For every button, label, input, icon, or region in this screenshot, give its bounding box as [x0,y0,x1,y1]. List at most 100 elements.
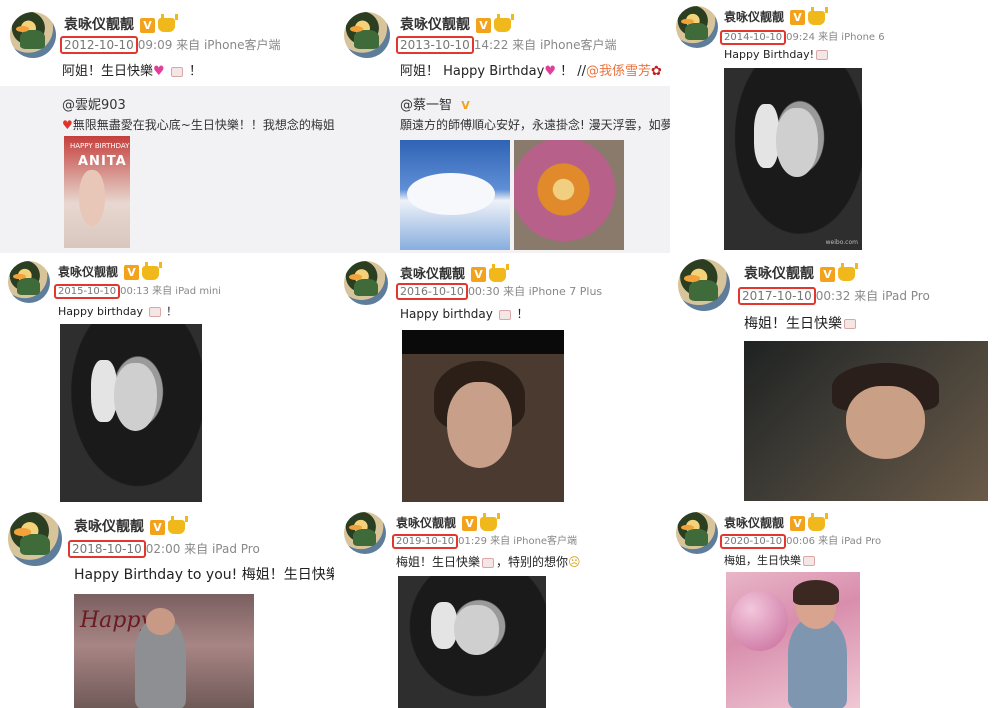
repost-text: ♥無限無盡愛在我心底~生日快樂！！我想念的梅姐♥ [62,118,334,132]
post-time-source: 00:13 来自 iPad mini [120,286,221,297]
weibo-post-2019: 袁咏仪靓靓 V 2019-10-10 01:29 来自 iPhone客户端 梅姐！生… [334,506,670,708]
post-text: 梅姐！生日快樂 ，特别的想你☹ [396,555,581,569]
weibo-post-2012: 袁咏仪靓靓 V 2012-10-10 09:09 来自 iPhone客户端 阿姐！生… [0,0,334,253]
avatar[interactable] [8,512,62,566]
weibo-post-2015: 袁咏仪靓靓 V 2015-10-10 00:13 来自 iPad mini Happ… [0,253,334,506]
post-image[interactable] [60,324,202,502]
repost-box[interactable]: @蔡一智 V 願遠方的師傅順心安好，永遠掛念! 漫天浮雲，如夢 [334,86,670,253]
post-meta: 2016-10-10 00:30 来自 iPhone 7 Plus [396,283,602,300]
repost-user[interactable]: @蔡一智 V [400,94,473,113]
post-image[interactable] [744,341,988,501]
username[interactable]: 袁咏仪靓靓 V [724,512,829,531]
post-date[interactable]: 2014-10-10 [720,30,787,45]
post-date[interactable]: 2020-10-10 [720,534,787,549]
heart-emoji-icon: ♥ [153,64,165,79]
verified-icon: V [462,516,478,531]
post-date[interactable]: 2015-10-10 [54,284,121,299]
username[interactable]: 袁咏仪靓靓 V [724,6,829,25]
post-text: Happy Birthday! [724,48,830,61]
avatar[interactable] [678,259,730,311]
verified-icon: V [461,99,470,112]
post-date[interactable]: 2019-10-10 [392,534,459,549]
verified-icon: V [476,17,491,33]
avatar[interactable] [676,512,718,554]
mention-link[interactable]: @我係雪芳 [586,64,651,79]
post-date[interactable]: 2013-10-10 [396,36,474,54]
weibo-post-2014: 袁咏仪靓靓 V 2014-10-10 09:24 来自 iPhone 6 Happy… [670,0,1000,253]
verified-icon: V [150,519,165,535]
post-image[interactable]: weibo.com [724,68,862,250]
username[interactable]: 袁咏仪靓靓 V [744,263,858,283]
username[interactable]: 袁咏仪靓靓 V [58,261,163,280]
post-image[interactable] [402,330,564,502]
post-meta: 2015-10-10 00:13 来自 iPad mini [54,282,221,299]
post-meta: 2018-10-10 02:00 来自 iPad Pro [68,540,260,558]
verified-icon: V [140,17,155,33]
post-meta: 2020-10-10 00:06 来自 iPad Pro [720,532,881,549]
avatar[interactable] [344,261,388,305]
crown-icon [808,6,829,25]
avatar[interactable] [344,12,390,58]
avatar[interactable] [10,12,56,58]
crown-icon [158,14,178,32]
cake-emoji-icon [803,556,815,566]
post-time-source: 00:30 来自 iPhone 7 Plus [467,285,603,298]
weibo-post-2016: 袁咏仪靓靓 V 2016-10-10 00:30 来自 iPhone 7 Plus … [334,253,670,506]
post-text: Happy birthday ！ [58,305,178,318]
verified-icon: V [471,267,487,282]
post-text: 阿姐！生日快樂♥ ！ [62,64,202,79]
tear-emoji-icon: ☹ [568,555,581,569]
cake-emoji-icon [816,50,829,60]
username[interactable]: 袁咏仪靓靓 V [400,14,514,34]
post-text: Happy birthday ！ [400,307,529,321]
verified-icon: V [790,10,806,25]
post-time-source: 02:00 来自 iPad Pro [145,542,260,556]
image-caption-big: ANITA [78,154,127,169]
post-time-source: 09:09 来自 iPhone客户端 [137,38,281,52]
username[interactable]: 袁咏仪靓靓 V [74,516,188,536]
cake-emoji-icon [482,557,495,568]
repost-image[interactable]: HAPPY BIRTHDAY ANITA [64,136,130,248]
post-image[interactable]: Happy [74,594,254,708]
avatar[interactable] [676,6,718,48]
post-date[interactable]: 2018-10-10 [68,540,146,558]
crown-icon [168,516,188,534]
post-text: 梅姐，生日快樂 [724,552,817,568]
weibo-post-2020: 袁咏仪靓靓 V 2020-10-10 00:06 来自 iPad Pro 梅姐，生日… [670,506,1000,708]
repost-image-flower[interactable] [514,140,624,250]
post-time-source: 09:24 来自 iPhone 6 [786,32,885,43]
post-date[interactable]: 2016-10-10 [396,283,468,300]
username[interactable]: 袁咏仪靓靓 V [64,14,178,34]
cake-emoji-icon [844,319,856,329]
post-text: 阿姐！ Happy Birthday♥ ！ //@我係雪芳✿ [400,64,662,79]
heart-emoji-icon: ♥ [544,64,556,79]
repost-box[interactable]: @雲妮903 ♥無限無盡愛在我心底~生日快樂！！我想念的梅姐♥ HAPPY BI… [0,86,334,253]
crown-icon [142,261,163,280]
post-image[interactable] [726,572,860,708]
post-text: Happy Birthday to you! 梅姐！生日快樂 [74,567,334,583]
weibo-post-2013: 袁咏仪靓靓 V 2013-10-10 14:22 来自 iPhone客户端 阿姐！ … [334,0,670,253]
post-time-source: 00:06 来自 iPad Pro [786,536,882,547]
crown-icon [494,14,514,32]
post-date[interactable]: 2012-10-10 [60,36,138,54]
username[interactable]: 袁咏仪靓靓 V [396,512,501,531]
repost-user[interactable]: @雲妮903 [62,94,126,113]
post-image[interactable] [398,576,546,708]
avatar[interactable] [344,512,386,554]
cake-emoji-icon [148,307,161,317]
username[interactable]: 袁咏仪靓靓 V [400,263,510,282]
image-watermark: weibo.com [825,239,858,246]
post-meta: 2013-10-10 14:22 来自 iPhone客户端 [396,36,616,54]
crown-icon [808,512,829,531]
post-time-source: 14:22 来自 iPhone客户端 [473,38,617,52]
verified-icon: V [124,265,140,280]
repost-text: 願遠方的師傅順心安好，永遠掛念! 漫天浮雲，如夢 [400,118,670,132]
crown-icon [838,263,858,281]
post-meta: 2014-10-10 09:24 来自 iPhone 6 [720,28,885,45]
post-meta: 2012-10-10 09:09 来自 iPhone客户端 [60,36,280,54]
repost-image-sky[interactable] [400,140,510,250]
weibo-post-2018: 袁咏仪靓靓 V 2018-10-10 02:00 来自 iPad Pro Happy… [0,506,334,708]
heart-emoji-icon: ♥ [62,118,73,132]
avatar[interactable] [8,261,50,303]
post-date[interactable]: 2017-10-10 [738,287,816,305]
